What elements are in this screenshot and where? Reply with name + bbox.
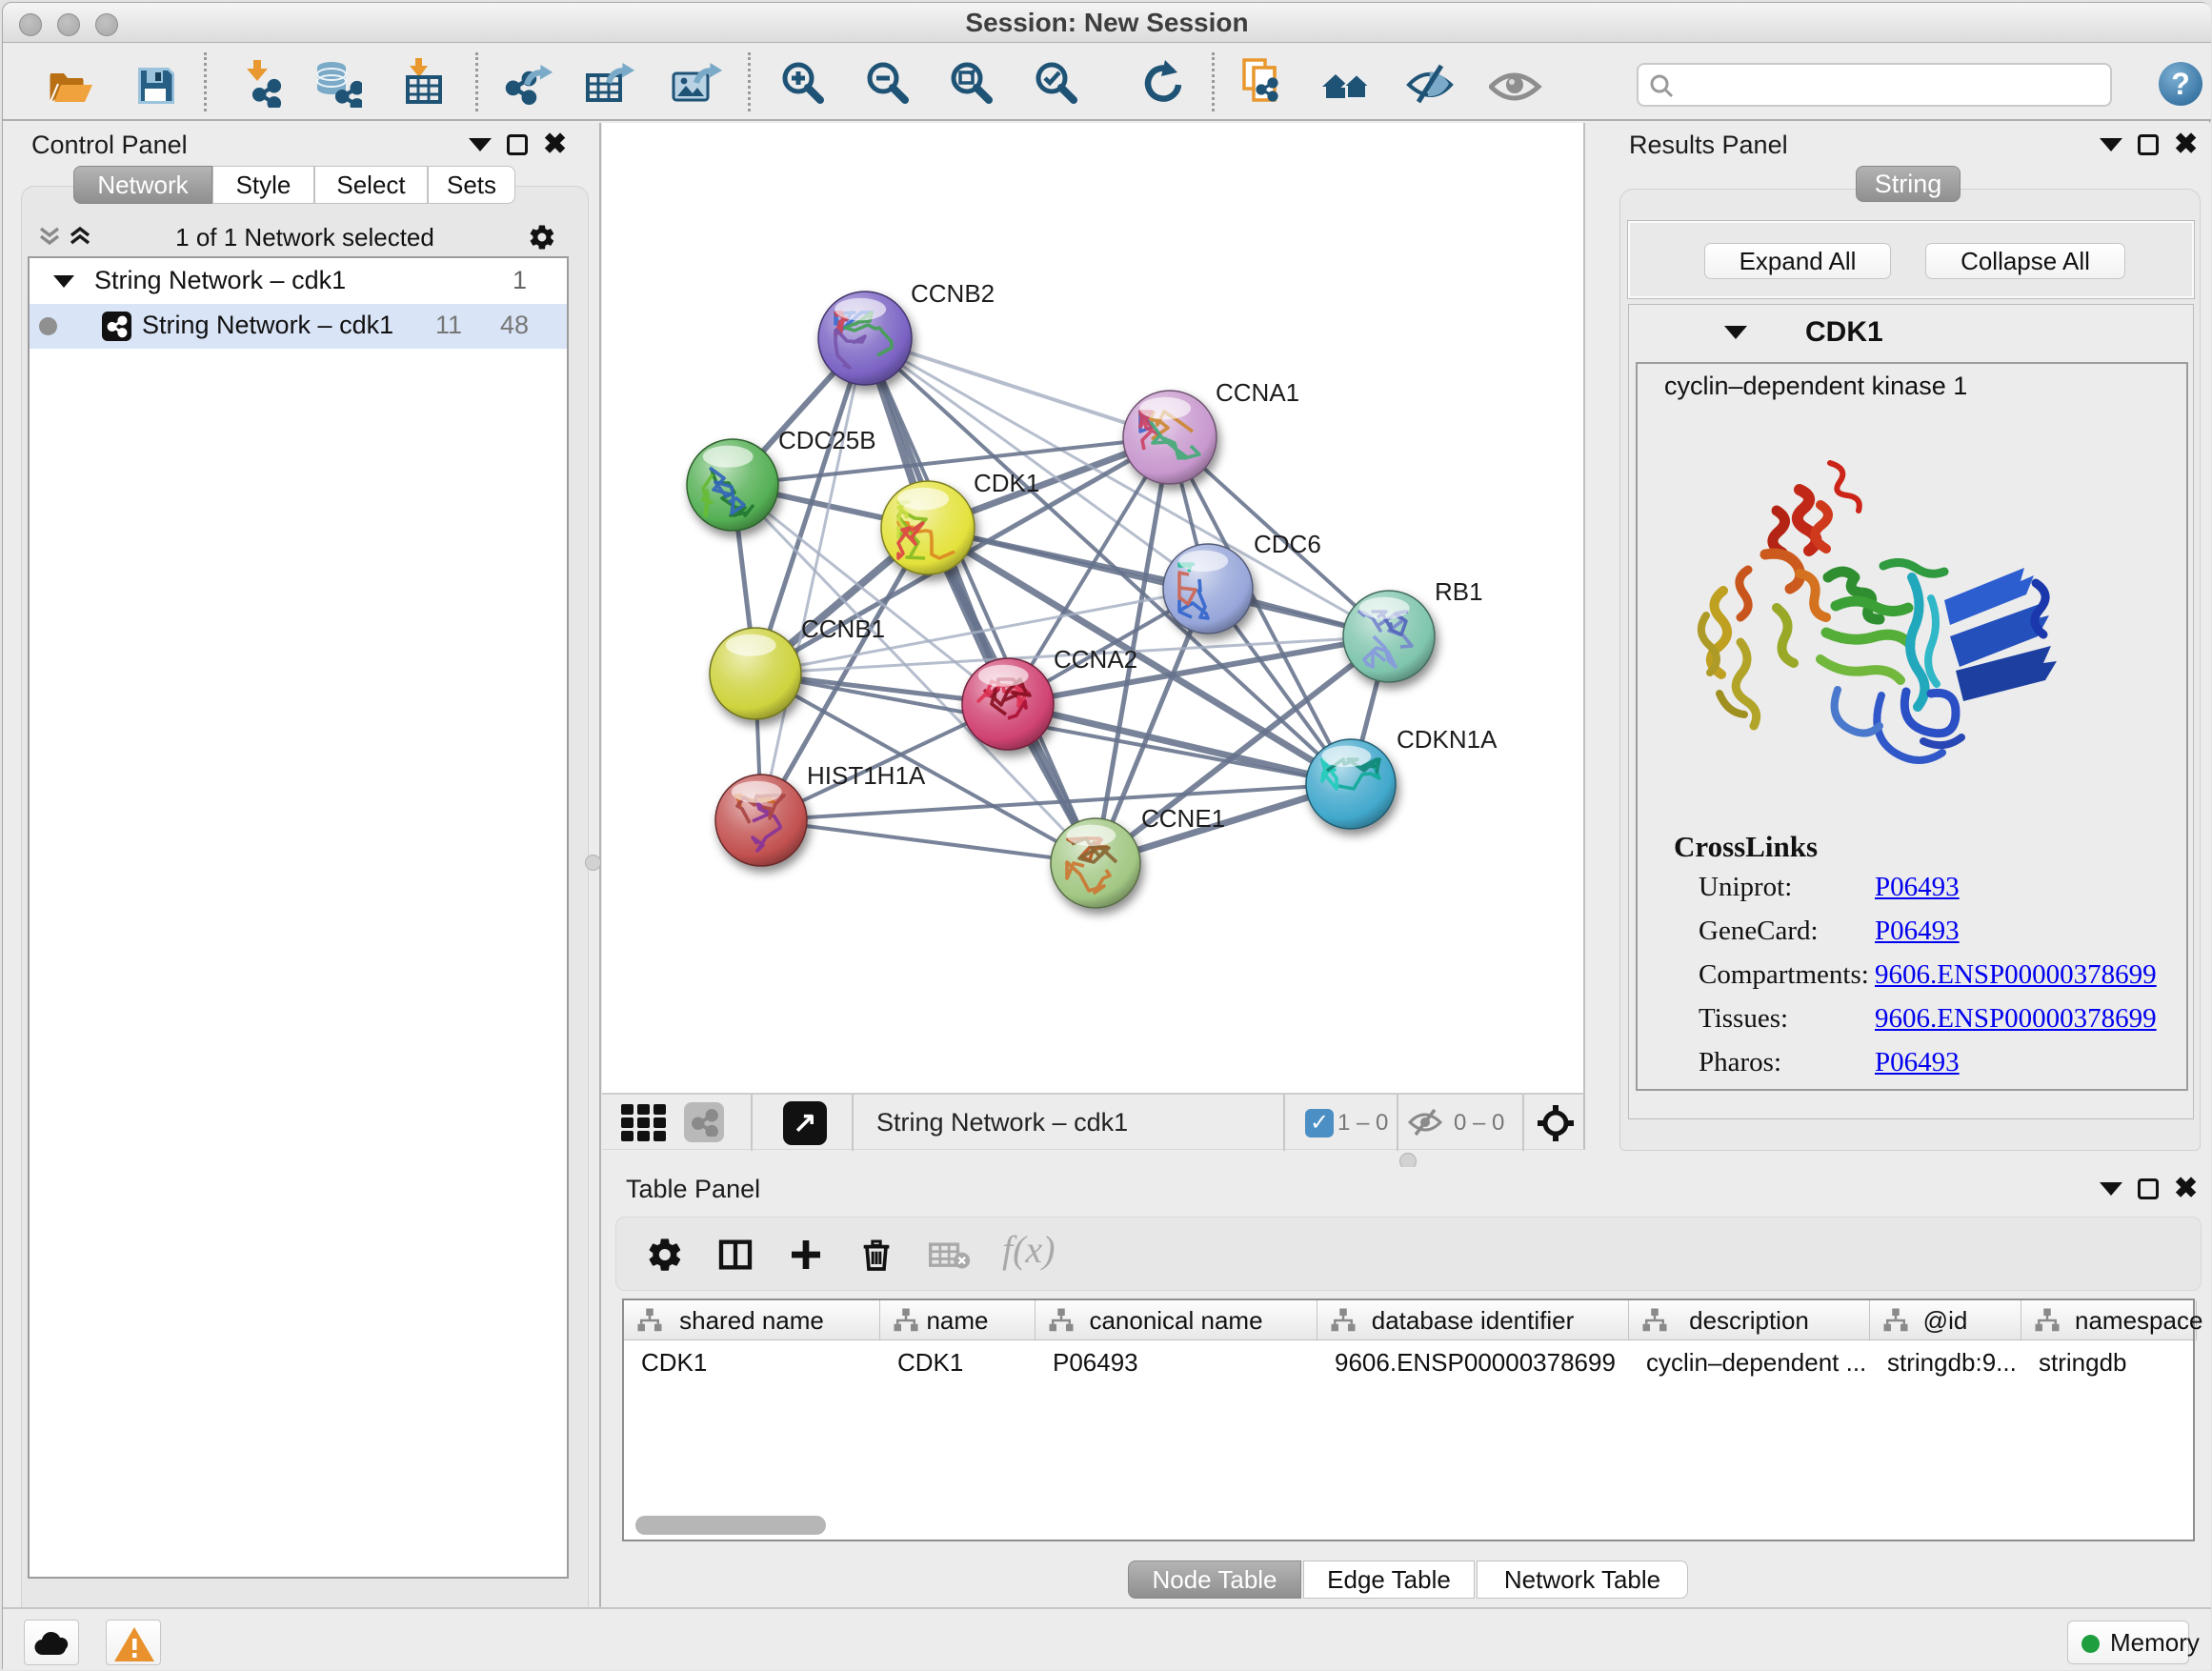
svg-text:CDK1: CDK1 bbox=[974, 469, 1039, 497]
svg-text:HIST1H1A: HIST1H1A bbox=[807, 761, 926, 790]
svg-text:CCNA2: CCNA2 bbox=[1054, 645, 1137, 674]
svg-text:CDC6: CDC6 bbox=[1254, 530, 1321, 558]
svg-text:CCNA1: CCNA1 bbox=[1216, 378, 1299, 407]
svg-text:CCNE1: CCNE1 bbox=[1141, 804, 1225, 833]
svg-text:CCNB2: CCNB2 bbox=[911, 279, 995, 308]
svg-text:CCNB1: CCNB1 bbox=[801, 614, 885, 643]
svg-text:CDKN1A: CDKN1A bbox=[1397, 725, 1498, 754]
svg-text:RB1: RB1 bbox=[1435, 577, 1483, 606]
svg-text:CDC25B: CDC25B bbox=[778, 426, 876, 454]
